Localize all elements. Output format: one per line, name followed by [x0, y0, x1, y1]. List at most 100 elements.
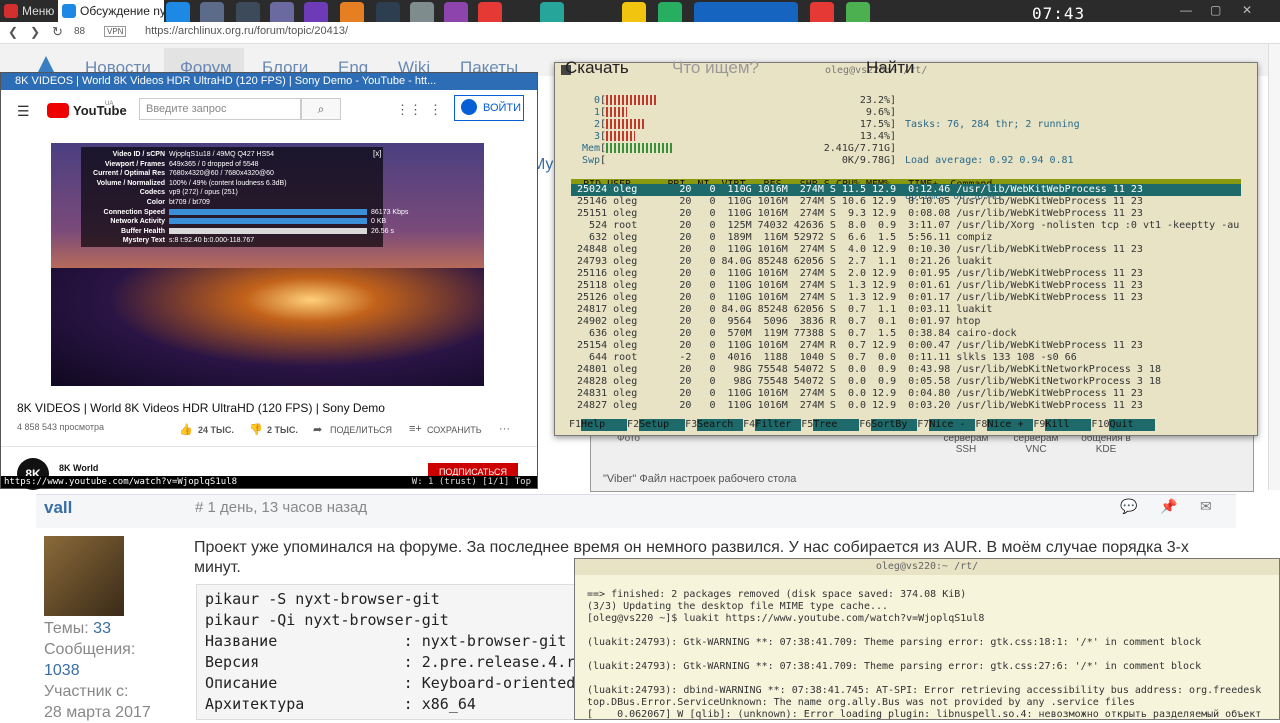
- process-row[interactable]: 24817 oleg 20 0 84.0G 85248 62056 S 0.7 …: [571, 304, 1241, 316]
- nav-download[interactable]: Скачать: [565, 58, 629, 78]
- forum-search-button[interactable]: Найти: [866, 58, 915, 78]
- process-row[interactable]: 24793 oleg 20 0 84.0G 85248 62056 S 2.7 …: [571, 256, 1241, 268]
- fkey-key[interactable]: F1: [569, 419, 581, 430]
- share-button[interactable]: ПОДЕЛИТЬСЯ: [330, 425, 392, 435]
- fkey-label[interactable]: Nice +: [987, 419, 1034, 431]
- avatar[interactable]: [44, 536, 124, 616]
- meter-row: 0[23.2%]: [555, 95, 896, 107]
- pin-icon[interactable]: 📌: [1160, 498, 1177, 515]
- channel-name[interactable]: 8K World: [59, 463, 98, 473]
- fkey-key[interactable]: F5: [801, 419, 813, 430]
- fkey-key[interactable]: F3: [685, 419, 697, 430]
- stats-value: 0 KB: [371, 218, 387, 226]
- url-field[interactable]: https://archlinux.org.ru/forum/topic/204…: [145, 25, 348, 37]
- fkey-key[interactable]: F9: [1033, 419, 1045, 430]
- like-count[interactable]: 24 ТЫС.: [198, 425, 234, 435]
- apps-icon[interactable]: ⋮⋮: [396, 102, 422, 118]
- process-row[interactable]: 24801 oleg 20 0 98G 75548 54072 S 0.0 0.…: [571, 364, 1241, 376]
- post-author[interactable]: vall: [44, 498, 72, 518]
- process-row[interactable]: 636 oleg 20 0 570M 119M 77388 S 0.7 1.5 …: [571, 328, 1241, 340]
- process-row[interactable]: 24831 oleg 20 0 110G 1016M 274M S 0.0 12…: [571, 388, 1241, 400]
- post-time[interactable]: # 1 день, 13 часов назад: [195, 499, 367, 516]
- stat-topics[interactable]: 33: [93, 620, 111, 637]
- meter-value: 13.4%: [859, 131, 890, 142]
- fkey-key[interactable]: F4: [743, 419, 755, 430]
- reply-icon[interactable]: 💬: [1120, 498, 1137, 515]
- status-right: W: 1 (trust) [1/1] Top: [411, 477, 531, 487]
- process-row[interactable]: 25151 oleg 20 0 110G 1016M 274M S 9.3 12…: [571, 208, 1241, 220]
- maximize-icon[interactable]: ▢: [1210, 3, 1221, 17]
- process-row[interactable]: 24848 oleg 20 0 110G 1016M 274M S 4.0 12…: [571, 244, 1241, 256]
- fkey-label[interactable]: Help: [581, 419, 628, 431]
- account-icon: [461, 99, 477, 115]
- process-row[interactable]: 25118 oleg 20 0 110G 1016M 274M S 1.3 12…: [571, 280, 1241, 292]
- fkey-label[interactable]: Nice -: [929, 419, 976, 431]
- fkey-key[interactable]: F10: [1091, 419, 1109, 430]
- stats-value: 86173 Kbps: [371, 208, 409, 216]
- stats-value: 7680x4320@60 / 7680x4320@60: [169, 170, 274, 178]
- fkey-label[interactable]: Quit: [1109, 419, 1156, 431]
- search-placeholder: Введите запрос: [146, 103, 227, 115]
- stats-row: Network Activity 0 KB: [81, 218, 386, 225]
- forum-search-input[interactable]: Что ищем?: [672, 58, 759, 78]
- stats-key: Mystery Text: [122, 237, 165, 245]
- close-icon[interactable]: [x]: [373, 149, 381, 158]
- fkey-key[interactable]: F6: [859, 419, 871, 430]
- file-item[interactable]: общения в KDE: [1076, 433, 1136, 455]
- process-row[interactable]: 24828 oleg 20 0 98G 75548 54072 S 0.0 0.…: [571, 376, 1241, 388]
- process-row[interactable]: 524 root 20 0 125M 74032 42636 S 8.0 0.9…: [571, 220, 1241, 232]
- process-row[interactable]: 24902 oleg 20 0 9564 5096 3836 R 0.7 0.1…: [571, 316, 1241, 328]
- file-item[interactable]: серверам VNC: [1011, 433, 1061, 455]
- process-row[interactable]: 25024 oleg 20 0 110G 1016M 274M S 11.5 1…: [571, 184, 1241, 196]
- close-icon[interactable]: ✕: [1242, 3, 1252, 17]
- process-row[interactable]: 25116 oleg 20 0 110G 1016M 274M S 2.0 12…: [571, 268, 1241, 280]
- stats-bar: [169, 218, 367, 225]
- youtube-logo[interactable]: YouTube: [73, 103, 127, 118]
- settings-icon[interactable]: ⋮: [429, 102, 442, 118]
- dislike-icon[interactable]: 👎: [249, 423, 263, 436]
- youtube-logo-icon[interactable]: [47, 103, 69, 118]
- process-row[interactable]: 644 root -2 0 4016 1188 1040 S 0.7 0.0 0…: [571, 352, 1241, 364]
- save-button[interactable]: СОХРАНИТЬ: [427, 425, 482, 435]
- stats-key: Color: [146, 199, 165, 206]
- back-icon[interactable]: ❮: [8, 25, 18, 39]
- mail-icon[interactable]: ✉: [1200, 498, 1212, 515]
- search-icon[interactable]: ⌕: [301, 98, 341, 120]
- stat-posts[interactable]: 1038: [44, 660, 154, 681]
- fkey-label[interactable]: Setup: [639, 419, 686, 431]
- fkey-label[interactable]: Search: [697, 419, 744, 431]
- process-row[interactable]: 632 oleg 20 0 189M 116M 52972 S 6.6 1.5 …: [571, 232, 1241, 244]
- share-icon[interactable]: ➦: [313, 423, 322, 436]
- tab-forum[interactable]: Обсуждение nyxt: [58, 0, 164, 22]
- code-line: pikaur -S nyxt-browser-git: [205, 590, 440, 608]
- save-icon[interactable]: ≡+: [409, 423, 422, 435]
- reload-icon[interactable]: ↻: [52, 24, 63, 40]
- fkey-label[interactable]: Kill: [1045, 419, 1092, 431]
- fkey-label[interactable]: Tree: [813, 419, 860, 431]
- terminal-line: [oleg@vs220 ~]$ luakit https://www.youtu…: [587, 613, 985, 624]
- fkey-key[interactable]: F8: [975, 419, 987, 430]
- forward-icon[interactable]: ❯: [30, 25, 40, 39]
- process-row[interactable]: 25146 oleg 20 0 110G 1016M 274M S 10.6 1…: [571, 196, 1241, 208]
- file-item[interactable]: серверам SSH: [941, 433, 991, 455]
- process-row[interactable]: 24827 oleg 20 0 110G 1016M 274M S 0.0 12…: [571, 400, 1241, 412]
- process-row[interactable]: 25126 oleg 20 0 110G 1016M 274M S 1.3 12…: [571, 292, 1241, 304]
- fkey-key[interactable]: F2: [627, 419, 639, 430]
- minimize-icon[interactable]: —: [1180, 3, 1192, 17]
- fkey-label[interactable]: SortBy: [871, 419, 918, 431]
- process-row[interactable]: 25154 oleg 20 0 110G 1016M 274M R 0.7 12…: [571, 340, 1241, 352]
- fkey-label[interactable]: Filter: [755, 419, 802, 431]
- stats-bar: [169, 208, 367, 215]
- tasks-line: Tasks: 76, 284 thr; 2 running: [905, 119, 1080, 130]
- search-input[interactable]: Введите запрос: [139, 98, 301, 120]
- archlinux-logo[interactable]: [38, 56, 54, 72]
- vpn-badge[interactable]: VPN: [104, 26, 127, 37]
- dislike-count[interactable]: 2 ТЫС.: [267, 425, 298, 435]
- code-line: Версия : 2.pre.release.4.r: [205, 653, 576, 671]
- like-icon[interactable]: 👍: [179, 423, 193, 436]
- tab-menu[interactable]: Меню: [0, 0, 58, 22]
- video-player[interactable]: [x] Video ID / sCPN WjoplqS1u18 / 49MQ Q4…: [51, 143, 484, 386]
- more-icon[interactable]: ···: [499, 423, 510, 435]
- menu-icon[interactable]: ☰: [17, 103, 30, 120]
- fkey-key[interactable]: F7: [917, 419, 929, 430]
